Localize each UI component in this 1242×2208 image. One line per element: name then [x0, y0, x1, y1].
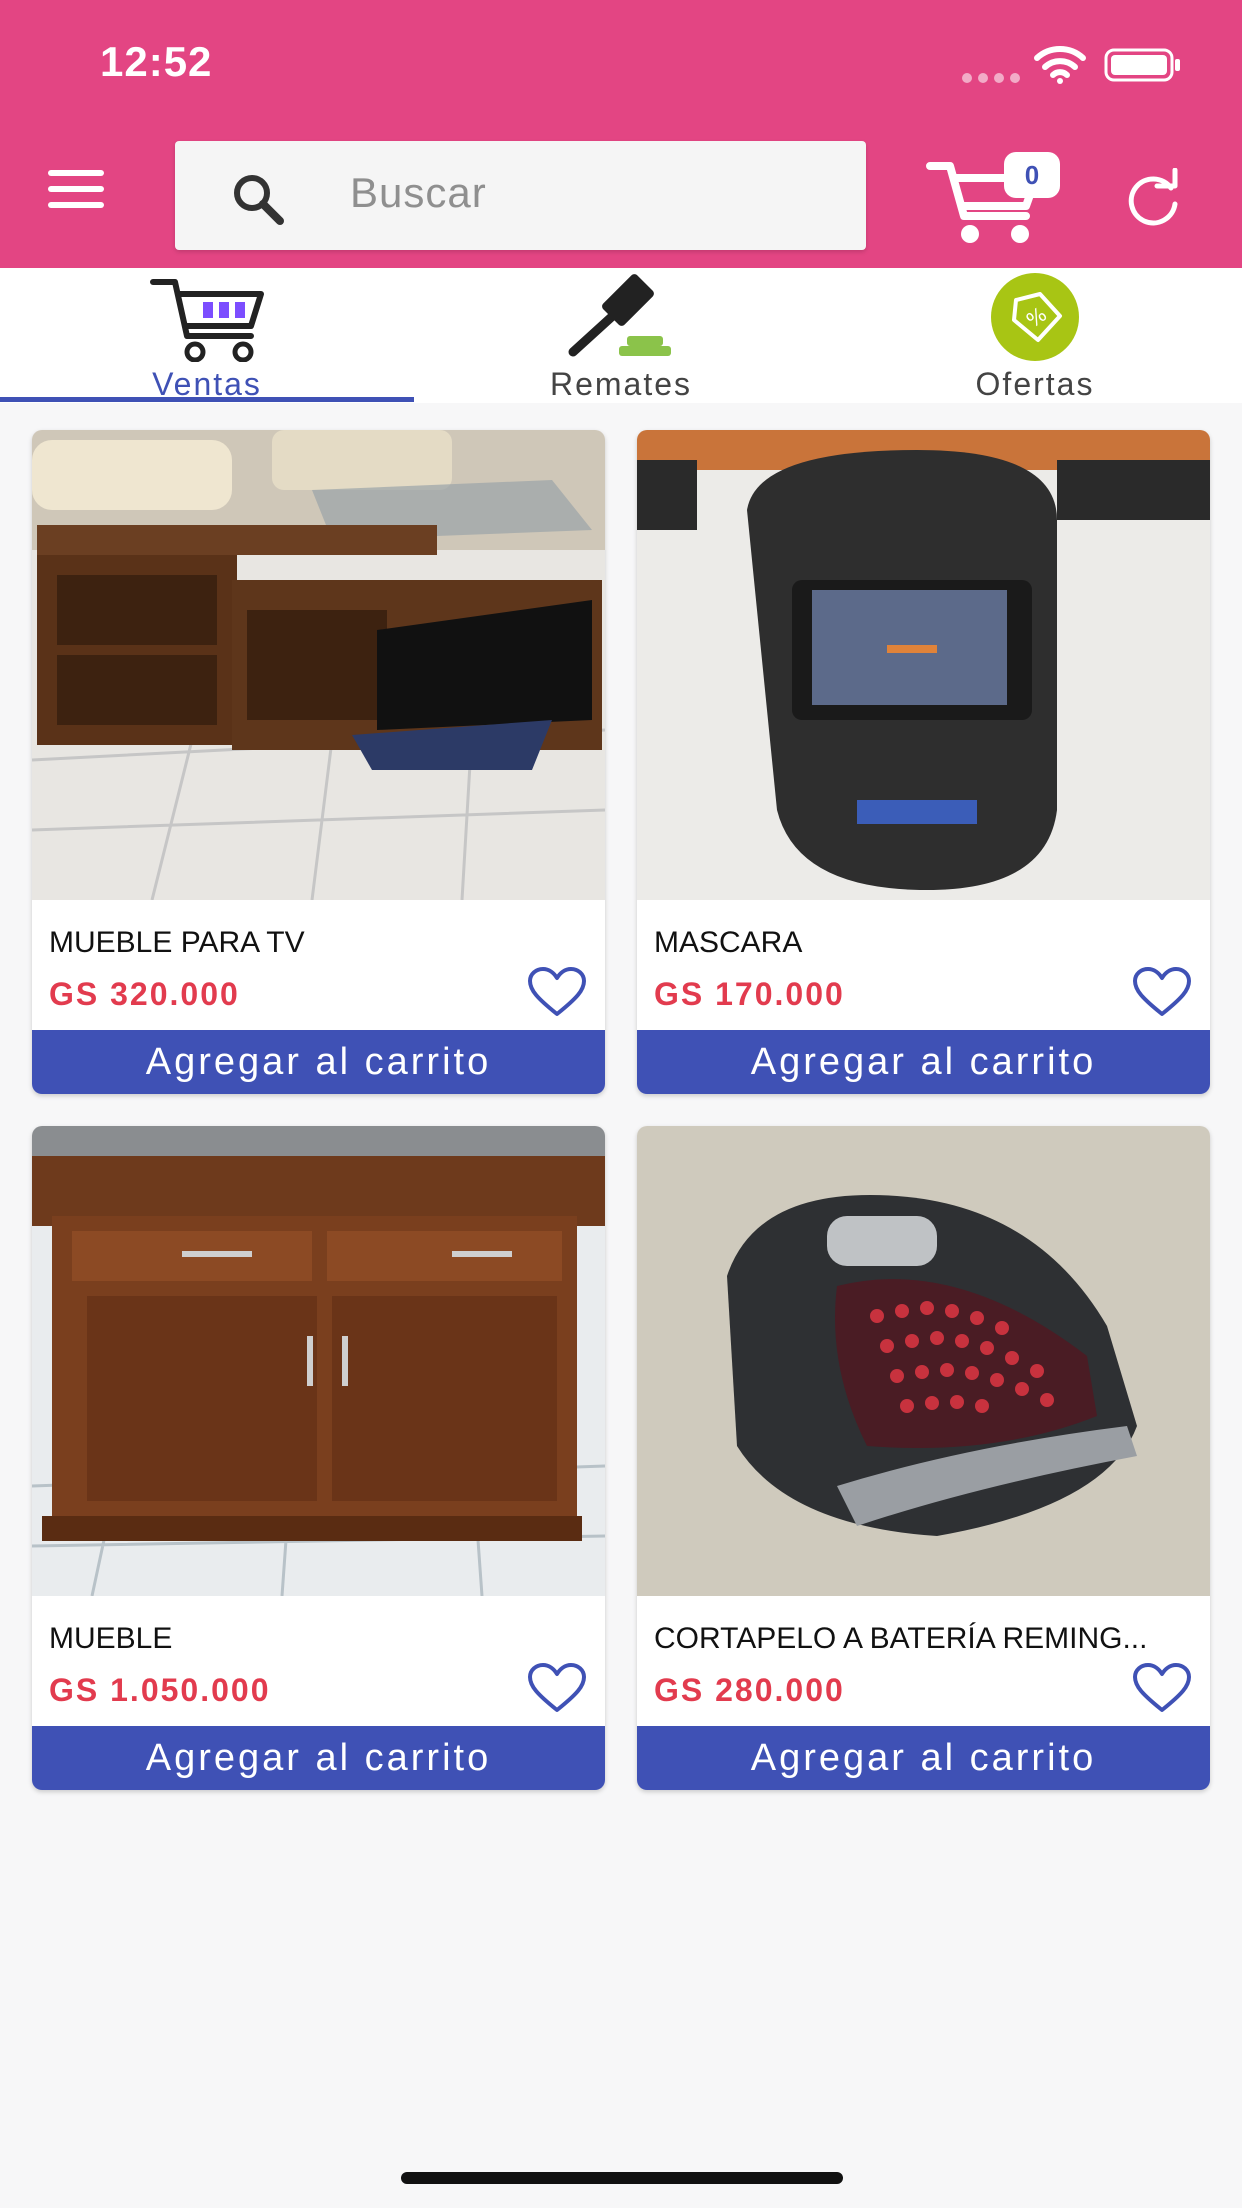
product-price: GS 170.000 — [654, 976, 845, 1012]
menu-button[interactable] — [44, 170, 108, 218]
wooden-cabinet-photo — [32, 1126, 605, 1596]
product-title: MASCARA — [654, 926, 803, 959]
search-input[interactable]: Buscar — [350, 169, 487, 217]
add-to-cart-button[interactable]: Agregar al carrito — [637, 1726, 1210, 1790]
cart-count-badge: 0 — [1004, 152, 1060, 198]
battery-icon — [1104, 48, 1180, 82]
heart-icon[interactable] — [1132, 1662, 1192, 1714]
search-icon — [234, 175, 284, 225]
signal-icon — [962, 70, 1026, 88]
product-card[interactable]: MUEBLE GS 1.050.000 Agregar al carrito — [32, 1126, 605, 1790]
category-tabs: Ventas Remates % Ofertas — [0, 268, 1242, 403]
tab-ofertas[interactable]: % Ofertas — [828, 268, 1242, 403]
tv-stand-photo — [32, 430, 605, 900]
product-card[interactable]: CORTAPELO A BATERÍA REMING... GS 280.000… — [637, 1126, 1210, 1790]
product-title: CORTAPELO A BATERÍA REMING... — [654, 1622, 1148, 1655]
search-bar[interactable]: Buscar — [175, 141, 866, 250]
heart-icon[interactable] — [527, 1662, 587, 1714]
tab-ventas[interactable]: Ventas — [0, 268, 414, 403]
heart-icon[interactable] — [1132, 966, 1192, 1018]
hair-trimmer-photo — [637, 1126, 1210, 1596]
product-price: GS 320.000 — [49, 976, 240, 1012]
discount-tag-icon: % — [991, 273, 1079, 361]
tab-remates[interactable]: Remates — [414, 268, 828, 403]
add-to-cart-button[interactable]: Agregar al carrito — [32, 1030, 605, 1094]
welding-mask-photo — [637, 430, 1210, 900]
product-title: MUEBLE — [49, 1622, 173, 1655]
product-price: GS 280.000 — [654, 1672, 845, 1708]
tab-ofertas-label: Ofertas — [975, 366, 1095, 402]
add-to-cart-button[interactable]: Agregar al carrito — [637, 1030, 1210, 1094]
add-to-cart-button[interactable]: Agregar al carrito — [32, 1726, 605, 1790]
product-card[interactable]: MASCARA GS 170.000 Agregar al carrito — [637, 430, 1210, 1094]
wifi-icon — [1034, 46, 1086, 84]
status-time: 12:52 — [100, 38, 213, 85]
active-tab-indicator — [0, 397, 414, 402]
app-header: 12:52 Buscar 0 — [0, 0, 1242, 268]
home-indicator[interactable] — [401, 2172, 843, 2184]
gavel-icon — [568, 274, 671, 357]
heart-icon[interactable] — [527, 966, 587, 1018]
product-price: GS 1.050.000 — [49, 1672, 271, 1708]
product-title: MUEBLE PARA TV — [49, 926, 305, 959]
cart-icon — [150, 279, 264, 362]
refrescar-icon[interactable] — [1123, 168, 1185, 230]
product-card[interactable]: MUEBLE PARA TV GS 320.000 Agregar al car… — [32, 430, 605, 1094]
tab-remates-label: Remates — [549, 366, 693, 402]
